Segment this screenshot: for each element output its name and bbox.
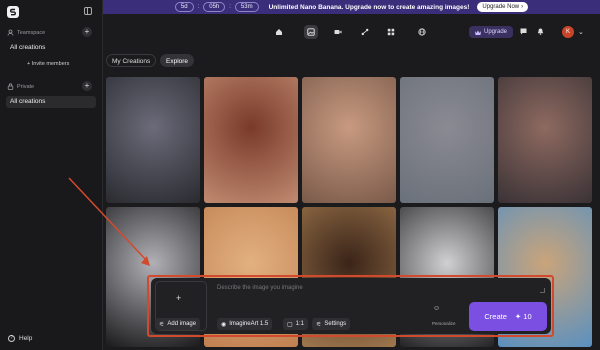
avatar[interactable]: K bbox=[562, 26, 574, 38]
help-icon: ? bbox=[8, 335, 15, 342]
tab-my-creations[interactable]: My Creations bbox=[106, 54, 157, 67]
banner-message: Unlimited Nano Banana. Upgrade now to cr… bbox=[268, 3, 470, 11]
teamspace-section: Teamspace bbox=[7, 29, 45, 36]
highlight-box bbox=[147, 275, 554, 337]
apps-icon bbox=[387, 28, 395, 36]
teamspace-label: Teamspace bbox=[17, 29, 46, 36]
invite-members-link[interactable]: + Invite members bbox=[27, 61, 69, 67]
image-tool[interactable] bbox=[304, 25, 318, 39]
upgrade-now-label: Upgrade Now bbox=[482, 4, 520, 10]
promo-banner: 5d : 05h : 53m Unlimited Nano Banana. Up… bbox=[103, 0, 600, 14]
timer-days: 5d bbox=[174, 2, 194, 12]
crown-icon bbox=[474, 30, 481, 35]
home-icon bbox=[276, 29, 282, 35]
explore-tool[interactable] bbox=[415, 25, 429, 39]
timer-minutes: 53m bbox=[234, 2, 259, 12]
add-teamspace-button[interactable]: + bbox=[82, 27, 92, 37]
timer-hours: 05h bbox=[203, 2, 226, 12]
image-tile[interactable] bbox=[498, 77, 592, 203]
tab-explore[interactable]: Explore bbox=[160, 54, 195, 67]
lock-icon bbox=[7, 83, 14, 90]
bell-icon[interactable] bbox=[537, 28, 544, 35]
image-tile[interactable] bbox=[106, 77, 200, 203]
image-tile[interactable] bbox=[400, 77, 494, 203]
sidebar: Teamspace + All creations + Invite membe… bbox=[0, 0, 103, 350]
sidebar-collapse-icon[interactable] bbox=[84, 7, 92, 15]
video-tool[interactable] bbox=[331, 25, 345, 39]
sidebar-item-private-all-creations[interactable]: All creations bbox=[6, 96, 96, 108]
workflow-tool[interactable] bbox=[358, 25, 372, 39]
globe-icon bbox=[418, 28, 426, 36]
chat-icon[interactable] bbox=[520, 28, 527, 35]
sidebar-item-team-all-creations[interactable]: All creations bbox=[6, 42, 96, 54]
upgrade-now-button[interactable]: Upgrade Now › bbox=[477, 2, 529, 12]
upgrade-button[interactable]: Upgrade bbox=[469, 26, 513, 38]
team-icon bbox=[7, 29, 14, 36]
help-link[interactable]: ? Help bbox=[8, 335, 32, 342]
add-private-button[interactable]: + bbox=[82, 81, 92, 91]
arrow-right-icon: › bbox=[521, 4, 524, 10]
workflow-icon bbox=[361, 28, 369, 36]
timer-separator: : bbox=[197, 4, 200, 10]
image-tile[interactable] bbox=[302, 77, 396, 203]
chevron-down-icon[interactable]: ⌄ bbox=[578, 28, 584, 36]
help-label: Help bbox=[19, 335, 33, 342]
home-tool[interactable] bbox=[272, 25, 286, 39]
upgrade-label: Upgrade bbox=[483, 29, 507, 35]
video-icon bbox=[334, 30, 342, 34]
private-label: Private bbox=[17, 83, 35, 90]
image-icon bbox=[307, 28, 315, 36]
logo-icon[interactable] bbox=[7, 6, 19, 18]
image-tile[interactable] bbox=[204, 77, 298, 203]
private-section: Private bbox=[7, 83, 34, 90]
apps-tool[interactable] bbox=[384, 25, 398, 39]
timer-separator: : bbox=[229, 4, 231, 10]
